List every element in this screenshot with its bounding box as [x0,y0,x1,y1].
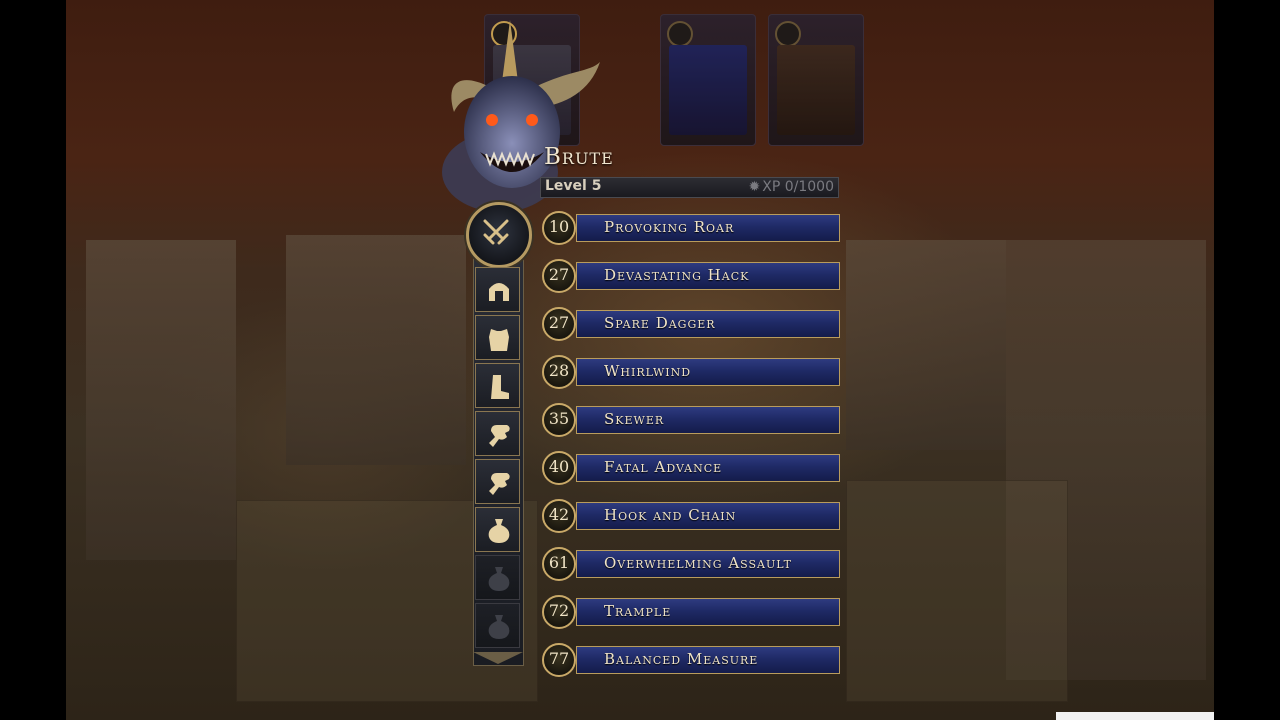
floor-area [846,480,1068,702]
chest-armor-icon [489,329,509,351]
equipment-slot[interactable] [475,363,520,408]
ability-cost: 40 [548,457,570,476]
card-art [777,45,855,135]
ability-name: Devastating Hack [604,266,750,284]
ability-name: Trample [604,602,672,620]
equipment-slot[interactable] [475,603,520,648]
level-label: Level 5 [545,178,602,194]
ability-name: Balanced Measure [604,650,759,668]
equipment-slot[interactable] [475,555,520,600]
helmet-icon [489,283,509,301]
gauntlet-icon [489,425,510,447]
equipment-column-tip [473,652,523,664]
ability-cost: 10 [548,217,570,236]
hero-card[interactable] [768,14,864,146]
ability-name: Provoking Roar [604,218,735,236]
boots-icon [491,375,509,399]
gear-icon: ✹ [748,179,761,195]
card-cost-badge [775,21,801,47]
letterbox-right [1214,0,1280,720]
ability-row[interactable]: Provoking Roar 10 [542,211,842,245]
dungeon-wall [846,240,1006,450]
gauntlet-icon [489,473,510,495]
ability-row[interactable]: Overwhelming Assault 61 [542,547,842,581]
ability-row[interactable]: Fatal Advance 40 [542,451,842,485]
ability-row[interactable]: Hook and Chain 42 [542,499,842,533]
ability-row[interactable]: Skewer 35 [542,403,842,437]
ability-cost: 35 [548,409,570,428]
dungeon-wall [86,240,236,560]
ability-cost: 42 [548,505,570,524]
card-art [669,45,747,135]
xp-label: XP 0/1000 [762,179,834,195]
ability-row[interactable]: Spare Dagger 27 [542,307,842,341]
equipment-slot[interactable] [475,315,520,360]
ability-name: Skewer [604,410,665,428]
pouch-icon [488,615,510,639]
ability-name: Overwhelming Assault [604,554,793,572]
crossed-swords-icon [483,219,509,245]
equipment-slot[interactable] [475,411,520,456]
equipment-slot[interactable] [475,507,520,552]
ability-row[interactable]: Trample 72 [542,595,842,629]
ability-row[interactable]: Devastating Hack 27 [542,259,842,293]
equipment-slot[interactable] [475,267,520,312]
ability-name: Whirlwind [604,362,692,380]
dungeon-wall [286,235,466,465]
equipment-slot[interactable] [475,459,520,504]
class-emblem[interactable] [466,202,532,268]
xp-readout: ✹ XP 0/1000 [749,179,834,195]
card-cost-badge [667,21,693,47]
letterbox-left [0,0,66,720]
ability-cost: 61 [548,553,570,572]
ability-cost: 77 [548,649,570,668]
ability-cost: 72 [548,601,570,620]
ability-name: Spare Dagger [604,314,716,332]
pouch-icon [488,567,510,591]
hero-name: Brute [544,144,614,170]
ability-name: Fatal Advance [604,458,723,476]
level-xp-bar: Level 5 ✹ XP 0/1000 [540,177,839,198]
ability-cost: 27 [548,265,570,284]
ability-row[interactable]: Whirlwind 28 [542,355,842,389]
ability-cost: 27 [548,313,570,332]
pouch-icon [488,519,510,543]
ability-row[interactable]: Balanced Measure 77 [542,643,842,677]
bottom-strip [1056,712,1214,720]
hero-card[interactable] [660,14,756,146]
ability-name: Hook and Chain [604,506,737,524]
ability-cost: 28 [548,361,570,380]
